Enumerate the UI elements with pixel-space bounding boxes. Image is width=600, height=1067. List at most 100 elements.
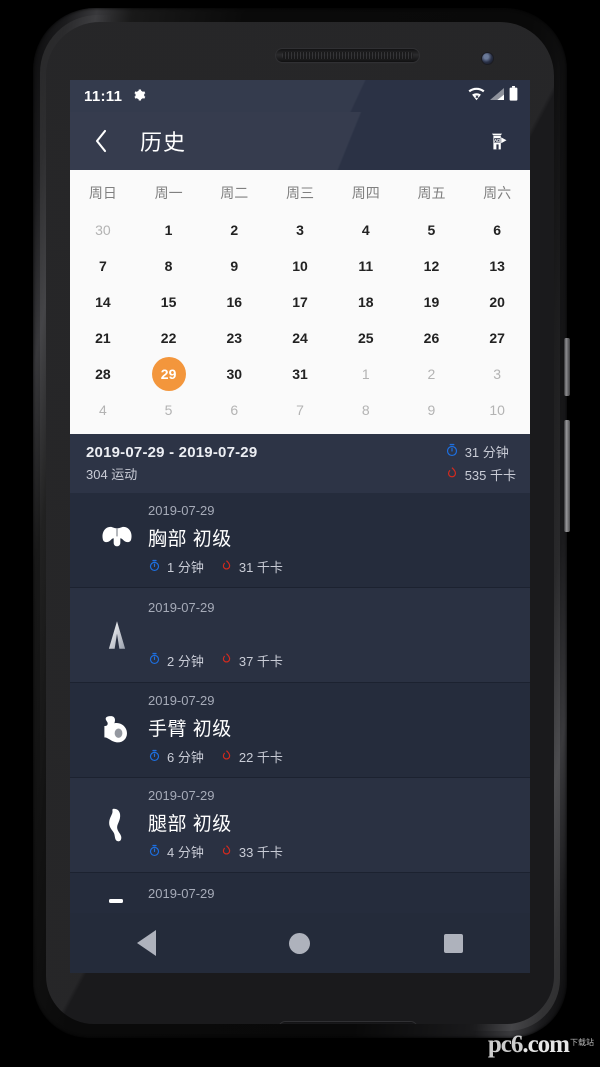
nav-recents-square-icon[interactable] (444, 933, 464, 953)
ad-billboard-icon[interactable]: AD (480, 123, 516, 159)
earpiece-speaker-grille (276, 49, 419, 62)
calendar-day-number: 13 (489, 258, 505, 274)
calendar-day[interactable]: 22 (136, 320, 202, 356)
phone-screen: 11:11 历史 AD 周日 周一 周二 周三 周四 周五 周六 30 1 2 … (70, 80, 530, 973)
calendar-day[interactable]: 31 (267, 356, 333, 392)
calendar-day[interactable]: 2 (399, 356, 465, 392)
calendar-day[interactable]: 20 (464, 284, 530, 320)
weekday-label: 周日 (88, 185, 117, 201)
history-item-date: 2019-07-29 (148, 693, 215, 708)
front-camera-lens (482, 53, 493, 64)
calendar-day[interactable]: 1 (333, 356, 399, 392)
calendar-day-number: 15 (160, 294, 177, 310)
calendar-day-number: 2 (427, 366, 436, 382)
calendar-day[interactable]: 24 (267, 320, 333, 356)
calendar-day[interactable]: 8 (333, 392, 399, 428)
calendar-day-number: 9 (230, 258, 239, 274)
calendar-day-number: 28 (95, 366, 111, 382)
nav-back-triangle-icon[interactable] (136, 930, 156, 956)
calendar-day[interactable]: 17 (267, 284, 333, 320)
calendar-day[interactable]: 19 (399, 284, 465, 320)
calendar-day[interactable]: 30 (201, 356, 267, 392)
calendar-day-number: 21 (95, 330, 111, 346)
calendar-day[interactable]: 4 (333, 212, 399, 248)
calendar-day[interactable]: 30 (70, 212, 136, 248)
calendar-day[interactable]: 12 (399, 248, 465, 284)
history-item-stats: 1 分钟 31 千卡 (148, 557, 283, 576)
calendar-day[interactable]: 3 (267, 212, 333, 248)
status-bar-indicators (468, 86, 518, 106)
history-list-item[interactable]: 2019-07-29 腿部 初级 4 分钟 33 千卡 (70, 778, 530, 873)
calendar-day-number: 30 (226, 366, 243, 382)
svg-text:AD: AD (494, 138, 500, 143)
summary-calories-stat: 535 千卡 (445, 465, 516, 484)
calendar-day[interactable]: 7 (267, 392, 333, 428)
history-item-calories-value: 33 千卡 (238, 845, 283, 860)
history-item-date: 2019-07-29 (148, 788, 215, 803)
calendar-day[interactable]: 16 (201, 284, 267, 320)
calendar-day-number: 12 (423, 258, 440, 274)
calendar-day[interactable]: 7 (70, 248, 136, 284)
stopwatch-icon (148, 652, 161, 668)
calendar-day-number: 4 (98, 402, 107, 418)
calendar-day[interactable]: 8 (136, 248, 202, 284)
calendar-day[interactable]: 3 (464, 356, 530, 392)
calendar-day-number: 16 (226, 294, 243, 310)
calendar-day-number: 7 (98, 258, 107, 274)
history-list-item[interactable]: 2019-07-29 手臂 初级 6 分钟 22 千卡 (70, 683, 530, 778)
calendar-day-number: 20 (489, 294, 505, 310)
calendar-day[interactable]: 6 (201, 392, 267, 428)
history-list-item[interactable]: 2019-07-29 2 分钟 37 千卡 (70, 588, 530, 683)
calendar-day-number: 8 (164, 258, 173, 274)
calendar-day[interactable]: 10 (267, 248, 333, 284)
back-button[interactable] (84, 124, 118, 158)
nav-home-circle-icon[interactable] (289, 932, 311, 954)
stopwatch-icon (445, 443, 459, 460)
status-bar-clock: 11:11 (84, 87, 123, 105)
calendar-day[interactable]: 5 (399, 212, 465, 248)
calendar-day-selected[interactable]: 29 (136, 356, 202, 392)
calendar-day[interactable]: 5 (136, 392, 202, 428)
calendar-day[interactable]: 25 (333, 320, 399, 356)
calendar-day[interactable]: 1 (136, 212, 202, 248)
calendar-day[interactable]: 4 (70, 392, 136, 428)
history-list: 2019-07-29 胸部 初级 1 分钟 31 千卡 2019-07-29 2 … (70, 493, 530, 915)
calendar-day[interactable]: 14 (70, 284, 136, 320)
calendar-day[interactable]: 23 (201, 320, 267, 356)
calendar-day-number: 3 (493, 366, 502, 382)
summary-calories-value: 535 千卡 (464, 468, 516, 483)
calendar-day-number: 7 (296, 402, 304, 418)
calendar-day[interactable]: 13 (464, 248, 530, 284)
calendar-widget[interactable]: 周日 周一 周二 周三 周四 周五 周六 30 1 2 3 4 5 6 7 8 9 10 11 12 13… (70, 170, 530, 434)
summary-duration-value: 31 分钟 (464, 445, 509, 460)
calendar-day-number: 19 (423, 294, 440, 310)
calendar-day[interactable]: 28 (70, 356, 136, 392)
pants-icon (86, 618, 148, 652)
calendar-day[interactable]: 15 (136, 284, 202, 320)
page-title: 历史 (140, 130, 187, 155)
calendar-day-number: 3 (296, 222, 304, 238)
calendar-day[interactable]: 9 (201, 248, 267, 284)
gear-icon (132, 88, 146, 104)
summary-duration-stat: 31 分钟 (445, 442, 509, 461)
calendar-day[interactable]: 2 (201, 212, 267, 248)
power-button[interactable] (564, 338, 570, 396)
history-list-item[interactable]: 2019-07-29 (70, 873, 530, 915)
calendar-day[interactable]: 6 (464, 212, 530, 248)
android-nav-bar (70, 913, 530, 973)
calendar-day[interactable]: 21 (70, 320, 136, 356)
history-list-item[interactable]: 2019-07-29 胸部 初级 1 分钟 31 千卡 (70, 493, 530, 588)
calendar-day[interactable]: 26 (399, 320, 465, 356)
calendar-day-number: 31 (292, 366, 308, 382)
calendar-day-number: 14 (95, 294, 111, 310)
calendar-day-number: 9 (427, 402, 436, 418)
calendar-weeks: 30 1 2 3 4 5 6 7 8 9 10 11 12 13 14 15 16 17 18 19 20 21 22 23 2… (70, 212, 530, 428)
calendar-day[interactable]: 10 (464, 392, 530, 428)
calendar-day-number: 29 (160, 366, 177, 382)
history-item-duration-stat: 6 分钟 (148, 747, 204, 766)
volume-rocker-button[interactable] (564, 420, 570, 532)
calendar-day[interactable]: 9 (399, 392, 465, 428)
calendar-day[interactable]: 11 (333, 248, 399, 284)
calendar-day[interactable]: 18 (333, 284, 399, 320)
calendar-day[interactable]: 27 (464, 320, 530, 356)
